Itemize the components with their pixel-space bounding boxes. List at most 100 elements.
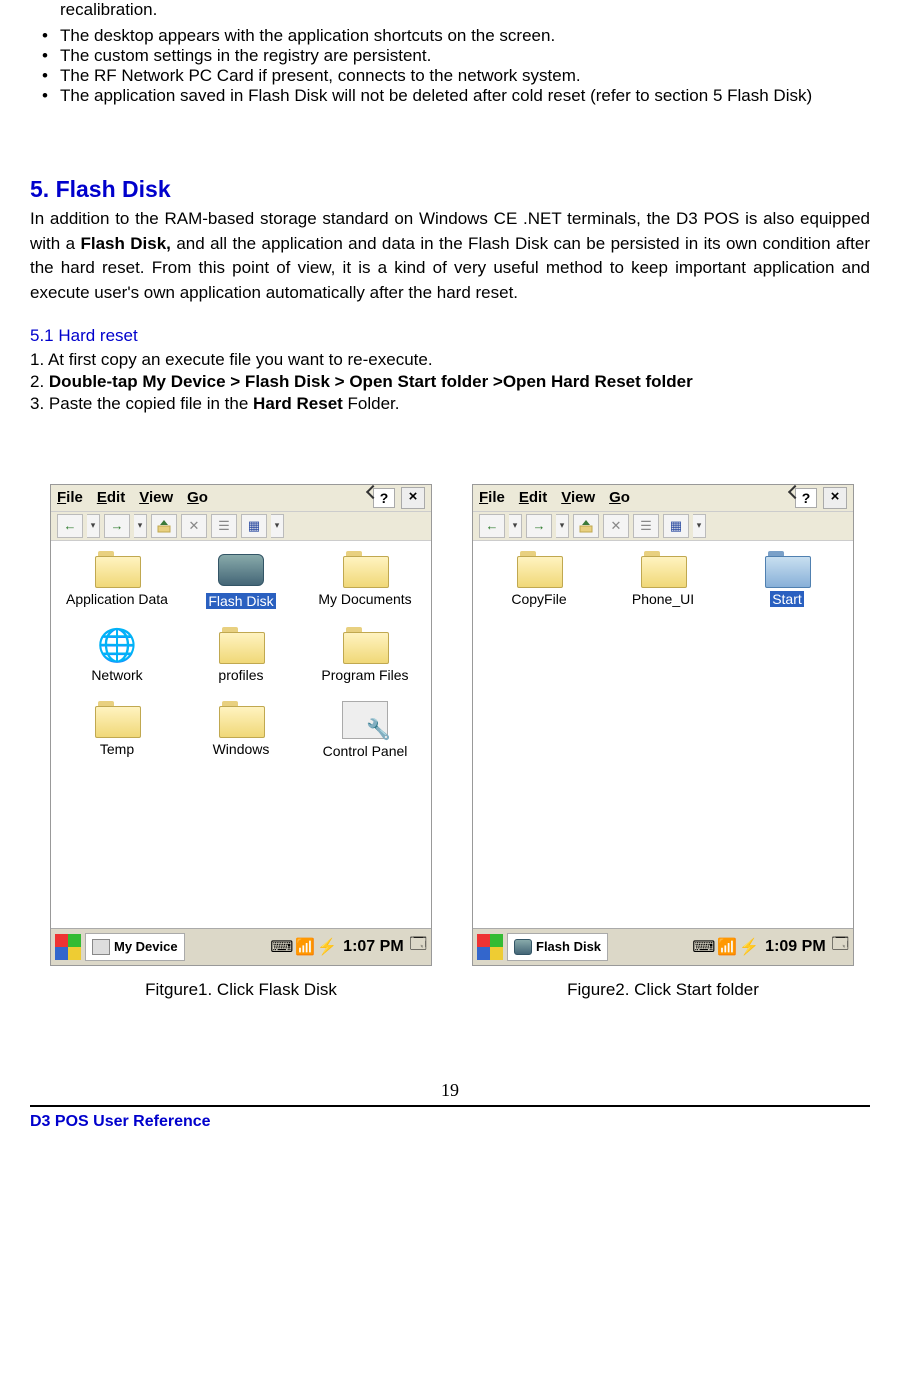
step2-bold: Double-tap My Device > Flash Disk > Open…	[49, 372, 693, 391]
up-button[interactable]	[151, 514, 177, 538]
partial-text-top: recalibration.	[60, 0, 870, 20]
bullet-text: The application saved in Flash Disk will…	[60, 86, 870, 106]
tray-desktop-icon[interactable]: 🗔	[410, 933, 427, 960]
item-label: My Documents	[318, 591, 411, 607]
folder-temp[interactable]: Temp	[62, 701, 172, 759]
location-label: Flash Disk	[536, 939, 601, 954]
folder-icon	[95, 551, 139, 587]
help-icon[interactable]: ?	[373, 488, 395, 508]
menu-go[interactable]: Go	[609, 489, 630, 506]
menu-file[interactable]: File	[479, 489, 505, 506]
item-label: Network	[91, 667, 142, 683]
step3-post: Folder.	[343, 394, 400, 413]
section-body: In addition to the RAM-based storage sta…	[30, 207, 870, 306]
item-label: Windows	[213, 741, 270, 757]
tray-sip-icon[interactable]: ⌨	[692, 937, 715, 957]
sub-heading: 5.1 Hard reset	[30, 326, 870, 346]
step3-pre: 3. Paste the copied file in the	[30, 394, 253, 413]
close-icon[interactable]: ×	[823, 487, 847, 509]
back-button[interactable]: ←	[479, 514, 505, 538]
delete-button[interactable]: ✕	[603, 514, 629, 538]
bullet-text: The custom settings in the registry are …	[60, 46, 870, 66]
view-dropdown[interactable]: ▾	[693, 514, 706, 538]
forward-button[interactable]: →	[104, 514, 130, 538]
view-dropdown[interactable]: ▾	[271, 514, 284, 538]
menubar: File Edit View Go ? ×	[51, 485, 431, 512]
clock[interactable]: 1:07 PM	[343, 938, 403, 956]
start-button[interactable]	[55, 934, 81, 960]
folder-network[interactable]: 🌐Network	[62, 627, 172, 683]
toolbar: ←▾ →▾ ✕ ☰ ▦▾	[473, 512, 853, 541]
forward-dropdown[interactable]: ▾	[134, 514, 147, 538]
menu-view[interactable]: View	[561, 489, 595, 506]
forward-dropdown[interactable]: ▾	[556, 514, 569, 538]
folder-profiles[interactable]: profiles	[186, 627, 296, 683]
bullet-dot: •	[42, 46, 60, 66]
back-dropdown[interactable]: ▾	[87, 514, 100, 538]
item-label: Control Panel	[323, 743, 408, 759]
view-button[interactable]: ▦	[241, 514, 267, 538]
folder-my-documents[interactable]: My Documents	[310, 551, 420, 609]
up-button[interactable]	[573, 514, 599, 538]
folder-copyfile[interactable]: CopyFile	[484, 551, 594, 607]
folder-application-data[interactable]: Application Data	[62, 551, 172, 609]
menu-go[interactable]: Go	[187, 489, 208, 506]
folder-phone-ui[interactable]: Phone_UI	[608, 551, 718, 607]
clock[interactable]: 1:09 PM	[765, 938, 825, 956]
tray-desktop-icon[interactable]: 🗔	[832, 933, 849, 960]
back-dropdown[interactable]: ▾	[509, 514, 522, 538]
item-label: Program Files	[321, 667, 408, 683]
tray-sip-icon[interactable]: ⌨	[270, 937, 293, 957]
folder-icon	[95, 701, 139, 737]
icon-grid: CopyFile Phone_UI Start	[479, 551, 847, 607]
item-label: Start	[770, 591, 804, 607]
location-button[interactable]: Flash Disk	[507, 933, 608, 961]
bullet-dot: •	[42, 86, 60, 106]
page-number: 19	[30, 1080, 870, 1101]
disk-icon	[218, 554, 264, 586]
control-panel-icon	[342, 701, 388, 739]
bullet-text: The desktop appears with the application…	[60, 26, 870, 46]
figure2-caption: Figure2. Click Start folder	[472, 980, 854, 1000]
tray-power-icon[interactable]: ⚡	[739, 937, 759, 957]
device-icon	[92, 939, 110, 955]
tray-network-icon[interactable]: 📶	[295, 937, 315, 957]
body-bold: Flash Disk,	[80, 234, 170, 253]
forward-button[interactable]: →	[526, 514, 552, 538]
properties-button[interactable]: ☰	[633, 514, 659, 538]
bullet-dot: •	[42, 66, 60, 86]
properties-button[interactable]: ☰	[211, 514, 237, 538]
step2-pre: 2.	[30, 372, 49, 391]
bullet-list: •The desktop appears with the applicatio…	[42, 26, 870, 106]
disk-icon	[514, 939, 532, 955]
item-label: Temp	[100, 741, 134, 757]
explorer-window-1: File Edit View Go ? × ←▾ →▾ ✕ ☰ ▦▾	[50, 484, 432, 966]
menu-edit[interactable]: Edit	[519, 489, 547, 506]
menu-edit[interactable]: Edit	[97, 489, 125, 506]
tray-icons: ⌨ 📶 ⚡ 1:07 PM 🗔	[270, 933, 427, 960]
item-label: Application Data	[66, 591, 168, 607]
folder-start[interactable]: Start	[732, 551, 842, 607]
folder-icon	[343, 627, 387, 663]
tray-network-icon[interactable]: 📶	[717, 937, 737, 957]
start-button[interactable]	[477, 934, 503, 960]
folder-icon	[219, 701, 263, 737]
tray-power-icon[interactable]: ⚡	[317, 937, 337, 957]
menu-view[interactable]: View	[139, 489, 173, 506]
folder-program-files[interactable]: Program Files	[310, 627, 420, 683]
view-button[interactable]: ▦	[663, 514, 689, 538]
menu-file[interactable]: File	[57, 489, 83, 506]
disk-flash-disk[interactable]: Flash Disk	[186, 551, 296, 609]
close-icon[interactable]: ×	[401, 487, 425, 509]
delete-button[interactable]: ✕	[181, 514, 207, 538]
toolbar: ←▾ →▾ ✕ ☰ ▦▾	[51, 512, 431, 541]
folder-icon	[343, 551, 387, 587]
control-panel[interactable]: Control Panel	[310, 701, 420, 759]
step3-bold: Hard Reset	[253, 394, 343, 413]
help-icon[interactable]: ?	[795, 488, 817, 508]
folder-windows[interactable]: Windows	[186, 701, 296, 759]
item-label: Flash Disk	[206, 593, 275, 609]
location-button[interactable]: My Device	[85, 933, 185, 961]
back-button[interactable]: ←	[57, 514, 83, 538]
step1: 1. At first copy an execute file you wan…	[30, 350, 433, 369]
